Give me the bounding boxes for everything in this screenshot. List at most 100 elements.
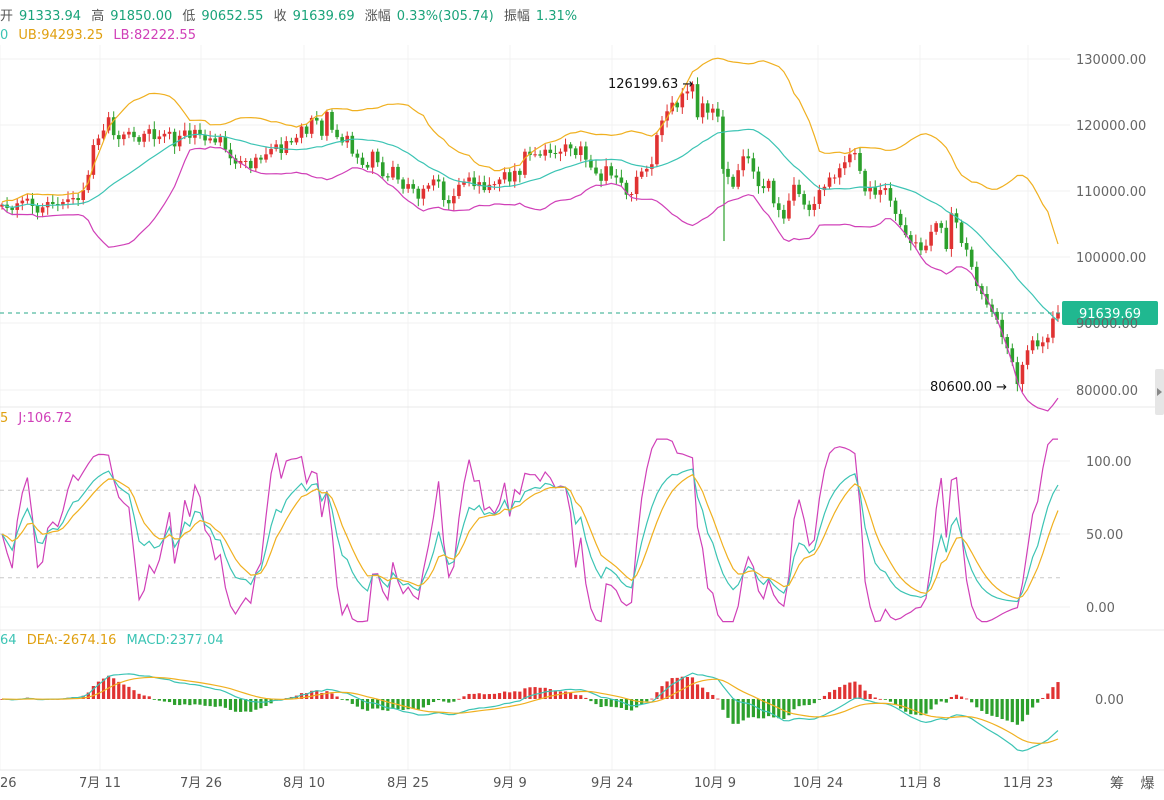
macd-histogram-bar [437,699,441,701]
candle-body [284,141,289,154]
macd-histogram-bar [980,699,984,711]
kdj-j-line [1,438,1058,623]
macd-histogram-bar [162,699,167,702]
candle-body [736,170,740,187]
macd-histogram-bar [335,696,339,699]
price-axis-label: 120000.00 [1076,119,1146,134]
candle-body [223,137,228,150]
macd-histogram-bar [416,699,420,710]
panel-collapse-handle[interactable] [1155,369,1164,415]
candle-body [695,84,700,118]
candle-body [497,179,502,185]
candle-body [147,129,152,134]
candle-body [96,138,101,146]
macd-histogram-bar [487,694,491,699]
candle-body [883,188,888,191]
macd-histogram-bar [899,699,903,709]
candle-body [127,131,131,135]
macd-histogram-bar [218,699,222,707]
macd-histogram-bar [411,699,415,709]
macd-histogram-bar [431,699,436,703]
macd-histogram-bar [127,686,131,699]
candle-body [203,135,207,141]
candle-body [213,138,218,143]
candle-body [858,153,862,171]
candle-body [1040,342,1045,347]
candle-body [533,154,537,156]
candle-body [619,177,624,183]
macd-histogram-bar [949,696,953,699]
macd-histogram-bar [584,697,588,699]
candle-body [10,207,14,210]
candle-body [452,196,456,204]
macd-histogram-bar [178,699,182,706]
macd-histogram-bar [208,699,212,707]
macd-histogram-bar [1031,699,1035,708]
candle-body [878,190,883,195]
macd-histogram-bar [442,699,446,702]
macd-histogram-bar [213,699,217,707]
candle-body [634,176,639,195]
macd-histogram-bar [711,694,715,699]
price-panel: 91639.69126199.63 →80600.00 → [0,57,1158,412]
price-axis-label: 100000.00 [1076,251,1146,266]
macd-histogram-bar [802,699,806,706]
candle-body [375,151,380,163]
macd-histogram-bar [137,693,141,699]
macd-histogram-bar [340,699,344,700]
macd-histogram-bar [706,692,710,699]
macd-histogram-bar [528,687,532,699]
macd-histogram-bar [685,677,689,699]
candle-body [218,137,223,143]
candle-body [929,231,933,246]
candle-body [142,133,146,142]
macd-histogram-bar [792,699,796,710]
macd-histogram-bar [716,698,720,700]
candle-body [573,148,578,155]
candle-body [66,199,70,202]
candle-body [269,149,273,155]
macd-histogram-bar [995,699,999,717]
macd-histogram-bar [426,699,431,706]
macd-histogram-bar [558,691,563,699]
candle-body [401,179,405,189]
candle-body [817,190,822,204]
macd-histogram-bar [934,699,938,705]
candle-body [335,129,339,138]
macd-histogram-bar [132,690,136,699]
candle-body [467,177,471,182]
candle-body [411,184,416,189]
candle-body [330,111,334,130]
macd-histogram-bar [843,684,847,699]
macd-histogram-bar [695,684,700,699]
candle-body [776,203,781,210]
candle-body [705,103,710,113]
candle-body [919,242,923,251]
candle-body [924,245,928,251]
candle-body [807,204,812,210]
macd-histogram-bar [198,699,202,705]
macd-histogram-bar [1056,682,1060,699]
macd-histogram-bar [939,699,943,702]
candle-body [842,162,847,169]
macd-histogram-bar [183,699,187,705]
macd-histogram-bar [680,676,684,699]
macd-histogram-bar [822,695,827,699]
macd-histogram-bar [726,699,730,718]
macd-histogram-bar [579,695,583,699]
footer-tools[interactable]: 筹 爆 [1110,773,1160,793]
macd-histogram-bar [457,698,461,700]
candlestick-chart[interactable]: 91639.69126199.63 →80600.00 → 130000.001… [0,0,1164,800]
x-axis-label: 8月 10 [283,776,325,791]
candle-body [944,227,949,249]
macd-histogram-bar [878,698,882,700]
macd-histogram-bar [259,699,263,709]
macd-histogram-bar [1010,699,1014,723]
candle-body [299,126,304,138]
candle-body [716,108,720,117]
candle-body [787,200,791,219]
candle-body [193,129,197,138]
candle-body [487,184,492,191]
macd-histogram-bar [421,699,425,708]
x-axis-label: 9月 9 [493,776,527,791]
